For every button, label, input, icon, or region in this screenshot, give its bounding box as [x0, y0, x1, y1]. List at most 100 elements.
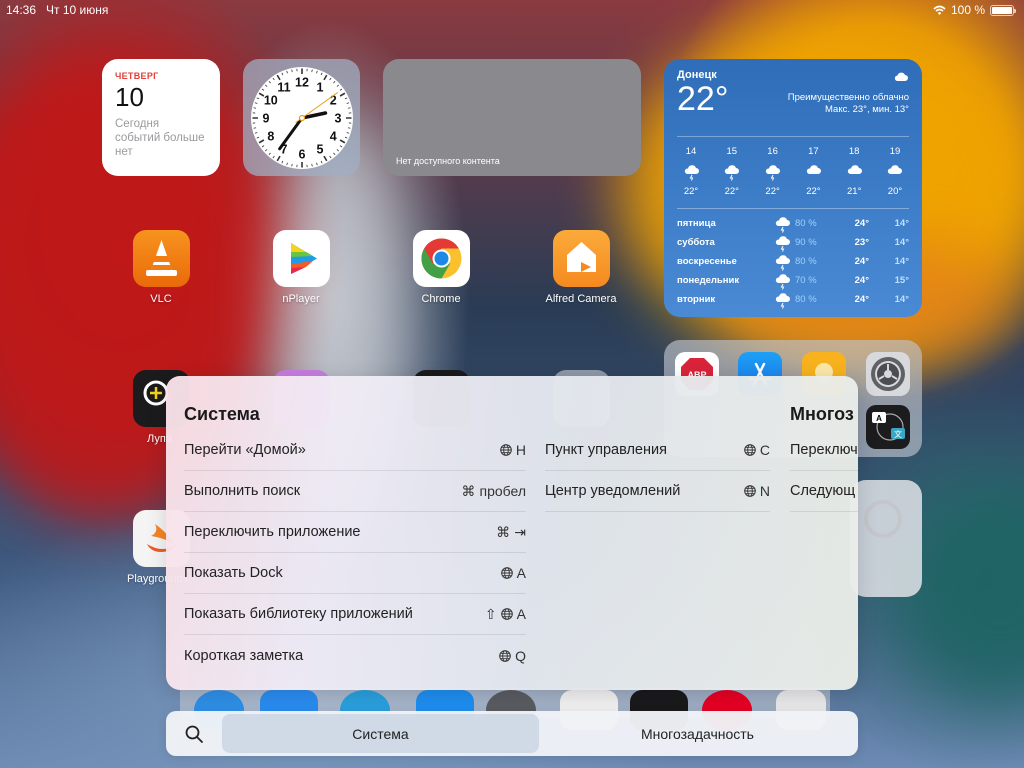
- shortcut-action: Показать библиотеку приложений: [184, 606, 413, 622]
- weather-hour: 15 22°: [715, 146, 749, 197]
- weather-day-low: 15°: [894, 275, 909, 286]
- weather-day-low: 14°: [894, 218, 909, 229]
- chrome-icon: [412, 230, 470, 287]
- clock-number: 10: [263, 93, 277, 107]
- shortcut-row: Центр уведомлений N: [545, 471, 770, 512]
- clock-widget[interactable]: 12 1 2 3 4 5 6 7 8 9 10 11: [243, 59, 360, 176]
- calendar-weekday: ЧЕТВЕРГ: [115, 71, 159, 81]
- shortcut-action: Переключить приложение: [184, 524, 361, 540]
- weather-day-icon-wrap: [773, 272, 791, 290]
- shortcut-action: Короткая заметка: [184, 647, 304, 664]
- rain-icon: [775, 254, 790, 271]
- thunderstorm-icon: [765, 165, 781, 181]
- globe-icon: [744, 485, 756, 497]
- weather-day-row: суббота 90 % 23° 14°: [677, 233, 909, 252]
- weather-hour-icon-wrap: [674, 161, 708, 183]
- globe-icon: [500, 444, 512, 456]
- shortcut-key: Q: [515, 647, 526, 664]
- app-vlc[interactable]: VLC: [121, 230, 201, 305]
- weather-day-precip: 90 %: [795, 237, 817, 248]
- weather-day-icon-wrap: [773, 291, 791, 309]
- search-icon[interactable]: [184, 724, 204, 744]
- shortcut-row: Показать Dock A: [184, 553, 526, 594]
- weather-day-high: 23°: [854, 237, 869, 248]
- settings-icon[interactable]: [866, 352, 910, 396]
- shortcut-row: Выполнить поиск ⌘ пробел: [184, 471, 526, 512]
- weather-day-name: пятница: [677, 218, 716, 229]
- clock-tick: [310, 68, 313, 72]
- activity-widget[interactable]: [850, 480, 922, 597]
- clock-number: 5: [316, 142, 323, 156]
- weather-day-name: суббота: [677, 237, 715, 248]
- weather-hour: 18 21°: [837, 146, 871, 197]
- weather-day-icon-wrap: [773, 253, 791, 271]
- weather-day-name: воскресенье: [677, 256, 737, 267]
- app-nplayer[interactable]: nPlayer: [261, 230, 341, 305]
- weather-hi-lo: Макс. 23°, мин. 13°: [825, 104, 909, 115]
- weather-hour-icon-wrap: [715, 161, 749, 183]
- weather-hour-icon-wrap: [878, 161, 912, 183]
- weather-hour-temp: 20°: [887, 186, 903, 197]
- shortcut-keys: ⇧ A: [485, 606, 526, 623]
- globe-icon: [744, 444, 756, 456]
- weather-hour-temp: 22°: [765, 186, 780, 197]
- tab-multitasking[interactable]: Многозадачность: [539, 714, 856, 753]
- shortcut-key: A: [516, 606, 526, 622]
- cloud-icon: [888, 165, 903, 174]
- weather-day-row: воскресенье 80 % 24° 14°: [677, 252, 909, 271]
- weather-hour-label: 14: [685, 146, 697, 157]
- weather-hour-label: 16: [767, 146, 778, 157]
- shortcut-keys: C: [744, 442, 770, 458]
- shortcut-keys: N: [744, 483, 770, 499]
- clock-number: 6: [298, 147, 305, 161]
- weather-condition: Преимущественно облачно: [787, 92, 909, 103]
- weather-hour-temp: 21°: [847, 186, 862, 197]
- weather-day-high: 24°: [854, 218, 869, 229]
- clock-tick: [290, 68, 293, 72]
- weather-hour-label: 18: [848, 146, 860, 157]
- cloud-icon: [894, 72, 908, 81]
- weather-day-low: 14°: [894, 237, 909, 248]
- weather-widget[interactable]: Донецк 22° Преимущественно облачно Макс.…: [664, 59, 922, 317]
- cloud-icon: [847, 165, 862, 174]
- weather-day-low: 14°: [894, 294, 909, 305]
- app-label: nPlayer: [282, 293, 320, 305]
- shortcut-row: Переключ: [790, 430, 858, 471]
- weather-day-row: понедельник 70 % 24° 15°: [677, 271, 909, 290]
- shortcut-key: ⌘: [461, 482, 476, 499]
- shortcut-action: Пункт управления: [545, 442, 667, 458]
- ring-icon: [864, 500, 902, 538]
- weather-day-row: вторник 80 % 24° 14°: [677, 290, 909, 309]
- clock-face: 12 1234567891011: [250, 66, 353, 169]
- tab-system[interactable]: Система: [222, 714, 539, 753]
- app-chrome[interactable]: Chrome: [401, 230, 481, 305]
- weather-hour-label: 17: [808, 146, 819, 157]
- status-right: 100 %: [933, 3, 1016, 17]
- calendar-day-number: 10: [115, 82, 144, 112]
- app-alfred-camera[interactable]: Alfred Camera: [541, 230, 621, 305]
- weather-hourly: 14 22° 15 22° 16 22° 17 22° 18 21° 19 20°: [674, 146, 912, 197]
- clock-tick: [252, 126, 256, 129]
- weather-daily: пятница 80 % 24° 14° суббота 90 % 23° 14°…: [677, 214, 909, 309]
- nplayer-icon: [272, 230, 330, 287]
- calendar-widget[interactable]: ЧЕТВЕРГ 10 Сегодня событий больше нет: [102, 59, 220, 176]
- shortcut-action: Центр уведомлений: [545, 483, 681, 499]
- shortcut-keys: ⌘ пробел: [461, 483, 526, 500]
- shortcut-key: N: [759, 483, 770, 499]
- shortcut-action: Выполнить поиск: [184, 483, 301, 499]
- weather-hour: 14 22°: [674, 146, 708, 197]
- weather-day-precip: 80 %: [795, 256, 817, 267]
- clock-number: 8: [267, 129, 274, 143]
- weather-day-name: понедельник: [677, 275, 740, 286]
- shortcut-key: A: [516, 565, 526, 581]
- translate-icon[interactable]: A文: [866, 405, 910, 449]
- rain-icon: [775, 273, 790, 290]
- clock-number: 9: [262, 111, 269, 125]
- weather-hour-temp: 22°: [724, 186, 739, 197]
- shortcut-action: Показать Dock: [184, 565, 283, 581]
- weather-hour: 17 22°: [796, 146, 830, 197]
- weather-condition-block: Преимущественно облачно Макс. 23°, мин. …: [788, 92, 909, 116]
- shortcut-key: C: [759, 442, 770, 458]
- empty-widget[interactable]: Нет доступного контента: [383, 59, 641, 176]
- status-bar: 14:36 Чт 10 июня 100 %: [0, 0, 1024, 20]
